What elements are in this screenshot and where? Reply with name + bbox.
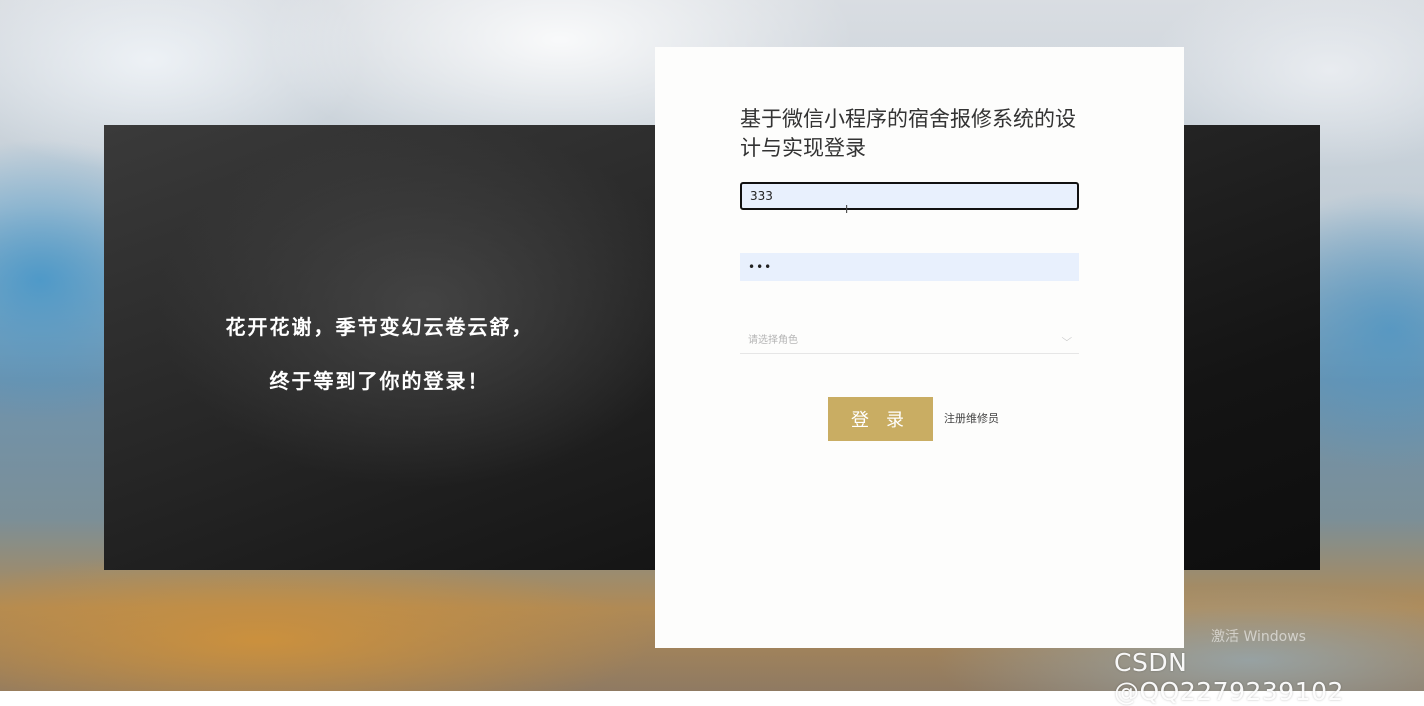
text-cursor-icon: I xyxy=(845,203,849,216)
login-button[interactable]: 登 录 xyxy=(828,397,933,441)
page-title: 基于微信小程序的宿舍报修系统的设计与实现登录 xyxy=(740,107,1076,160)
csdn-watermark: CSDN @QQ2279239102 xyxy=(1114,648,1344,706)
slogan-line-2: 终于等到了你的登录！ xyxy=(269,369,490,393)
login-card: 基于微信小程序的宿舍报修系统的设计与实现登录 333 I ••• 请选择角色 ⌵… xyxy=(655,47,1184,648)
slogan-line-1: 花开花谢，季节变幻云卷云舒， xyxy=(225,315,534,339)
windows-activation-watermark: 激活 Windows xyxy=(1211,629,1306,645)
register-repairman-link[interactable]: 注册维修员 xyxy=(944,410,999,426)
password-value: ••• xyxy=(748,260,773,274)
role-select[interactable]: 请选择角色 ⌵ xyxy=(740,324,1079,354)
username-value: 333 xyxy=(750,189,773,203)
username-input[interactable]: 333 xyxy=(740,182,1079,210)
chevron-down-icon: ⌵ xyxy=(1061,333,1073,344)
password-input[interactable]: ••• xyxy=(740,253,1079,281)
role-select-placeholder: 请选择角色 xyxy=(748,335,798,346)
slogan: 花开花谢，季节变幻云卷云舒， 终于等到了你的登录！ xyxy=(104,300,655,408)
